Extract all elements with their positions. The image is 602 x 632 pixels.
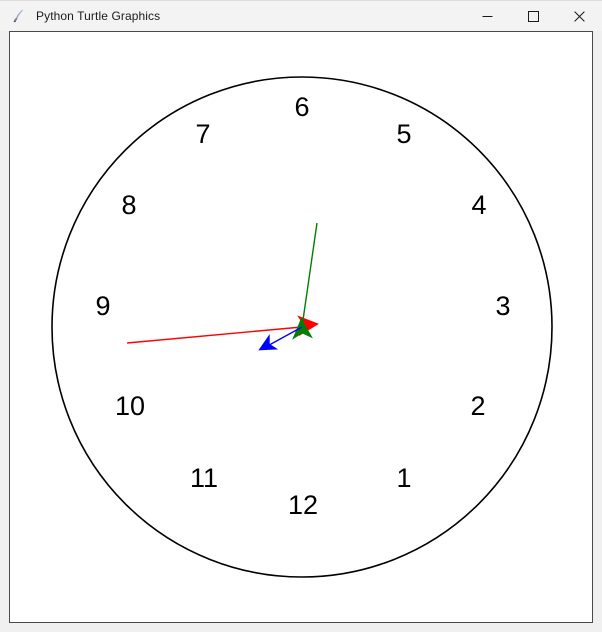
clock-hour-numbers: 6 5 4 3 2 1 12 11 10 9 8 7 (95, 92, 510, 520)
clock-number-2: 2 (470, 391, 485, 421)
clock-number-7: 7 (195, 119, 210, 149)
second-hand (126, 315, 319, 344)
turtle-drawing-canvas[interactable]: 6 5 4 3 2 1 12 11 10 9 8 7 (10, 32, 590, 610)
turtle-graphics-window: Python Turtle Graphics 6 5 4 3 2 1 12 11… (0, 0, 602, 632)
hour-hand (258, 326, 303, 351)
clock-number-6: 6 (294, 92, 309, 122)
maximize-button[interactable] (510, 1, 556, 32)
clock-hands-group (126, 222, 319, 351)
minimize-button[interactable] (464, 1, 510, 32)
second-hand-line (126, 326, 303, 344)
maximize-icon (527, 10, 539, 22)
clock-number-8: 8 (121, 190, 136, 220)
clock-number-5: 5 (396, 119, 411, 149)
clock-number-4: 4 (471, 190, 486, 220)
window-titlebar: Python Turtle Graphics (0, 0, 602, 31)
close-button[interactable] (556, 1, 602, 32)
hour-hand-turtle-cursor (258, 333, 279, 351)
window-controls (464, 1, 602, 32)
clock-number-10: 10 (115, 391, 145, 421)
clock-number-1: 1 (396, 463, 411, 493)
minimize-icon (482, 15, 492, 17)
clock-number-9: 9 (95, 291, 110, 321)
close-icon (573, 10, 585, 22)
clock-number-11: 11 (190, 463, 218, 493)
minute-hand-line (301, 222, 318, 328)
titlebar-left-group: Python Turtle Graphics (0, 8, 464, 24)
clock-number-3: 3 (495, 291, 510, 321)
python-feather-icon (11, 8, 27, 24)
clock-number-12: 12 (288, 490, 318, 520)
window-title: Python Turtle Graphics (36, 9, 161, 23)
turtle-canvas-frame[interactable]: 6 5 4 3 2 1 12 11 10 9 8 7 (9, 31, 593, 623)
